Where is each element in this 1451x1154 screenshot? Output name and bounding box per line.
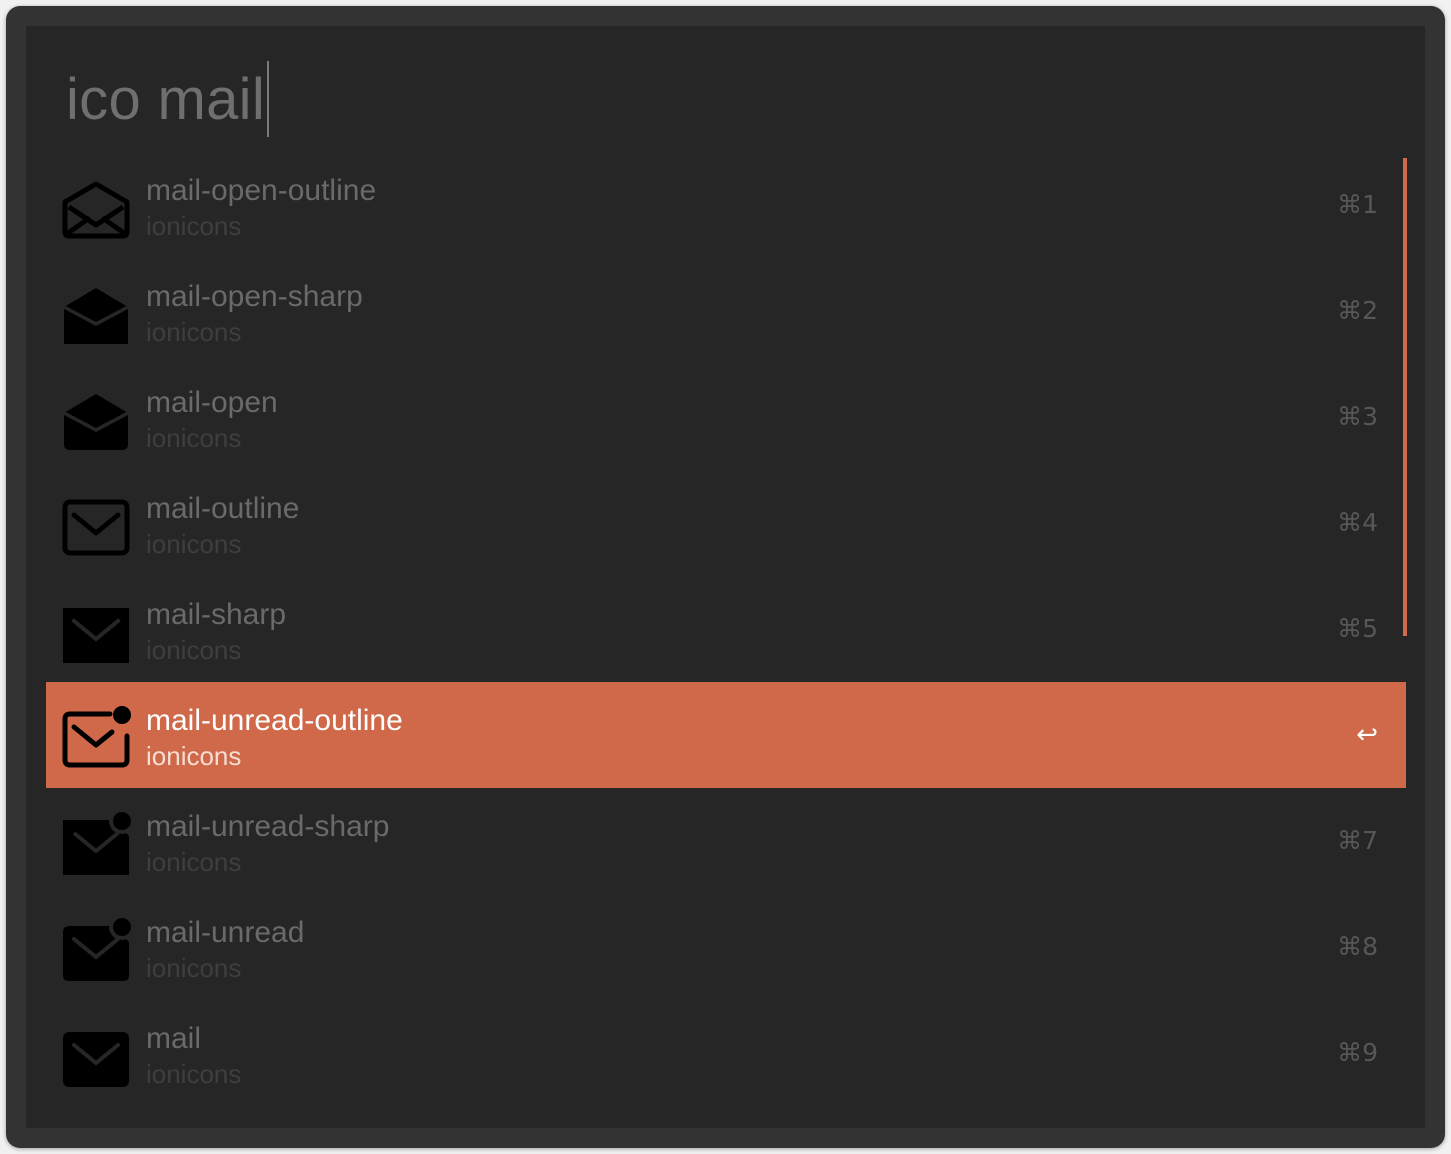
mail-open-sharp-icon [60,276,132,348]
launcher-window: ico mail mail-open-outline ionicons ⌘1 m… [6,6,1445,1148]
result-subtitle: ionicons [146,741,242,771]
mail-sharp-icon [60,594,132,666]
result-title: mail [146,1022,202,1055]
search-field[interactable]: ico mail [66,54,269,144]
mail-unread-icon [60,912,132,984]
result-title: mail-open [146,386,278,419]
mail-open-outline-icon [60,170,132,242]
result-row[interactable]: mail-open-outline ionicons ⌘1 [46,152,1406,258]
results-scrollbar[interactable] [1403,158,1407,636]
result-shortcut: ⌘9 [1337,1038,1378,1067]
result-shortcut: ⌘5 [1337,614,1378,643]
result-row[interactable]: mail-unread-sharp ionicons ⌘7 [46,788,1406,894]
result-shortcut: ⌘8 [1337,932,1378,961]
result-shortcut: ⌘4 [1337,508,1378,537]
return-key-icon: ↩ [1356,720,1378,750]
result-title: mail-unread [146,916,305,949]
result-shortcut: ⌘1 [1337,190,1378,219]
mail-unread-sharp-icon [60,806,132,878]
result-title: mail-open-outline [146,174,377,207]
result-row[interactable]: mail-open-sharp ionicons ⌘2 [46,258,1406,364]
result-title: mail-open-sharp [146,280,363,313]
mail-outline-icon [60,488,132,560]
result-row-selected[interactable]: mail-unread-outline ionicons ↩ [46,682,1406,788]
mail-open-icon [60,382,132,454]
result-shortcut: ⌘7 [1337,826,1378,855]
result-shortcut: ⌘2 [1337,296,1378,325]
result-subtitle: ionicons [146,1059,242,1089]
mail-unread-outline-icon [60,700,132,772]
result-subtitle: ionicons [146,847,242,877]
result-subtitle: ionicons [146,635,242,665]
search-input[interactable]: ico mail [66,66,265,133]
result-title: mail-sharp [146,598,287,631]
result-subtitle: ionicons [146,211,242,241]
result-title: mail-unread-sharp [146,810,390,843]
result-row[interactable]: mail-unread ionicons ⌘8 [46,894,1406,1000]
result-row[interactable]: mail-open ionicons ⌘3 [46,364,1406,470]
launcher-panel: ico mail mail-open-outline ionicons ⌘1 m… [26,26,1425,1128]
text-caret [267,61,269,137]
result-row[interactable]: mail-sharp ionicons ⌘5 [46,576,1406,682]
result-subtitle: ionicons [146,317,242,347]
result-title: mail-unread-outline [146,704,403,737]
result-title: mail-outline [146,492,300,525]
result-shortcut: ⌘3 [1337,402,1378,431]
result-row[interactable]: mail-outline ionicons ⌘4 [46,470,1406,576]
result-subtitle: ionicons [146,529,242,559]
result-subtitle: ionicons [146,953,242,983]
results-list: mail-open-outline ionicons ⌘1 mail-open-… [46,152,1406,1106]
result-subtitle: ionicons [146,423,242,453]
result-row[interactable]: mail ionicons ⌘9 [46,1000,1406,1106]
mail-icon [60,1018,132,1090]
